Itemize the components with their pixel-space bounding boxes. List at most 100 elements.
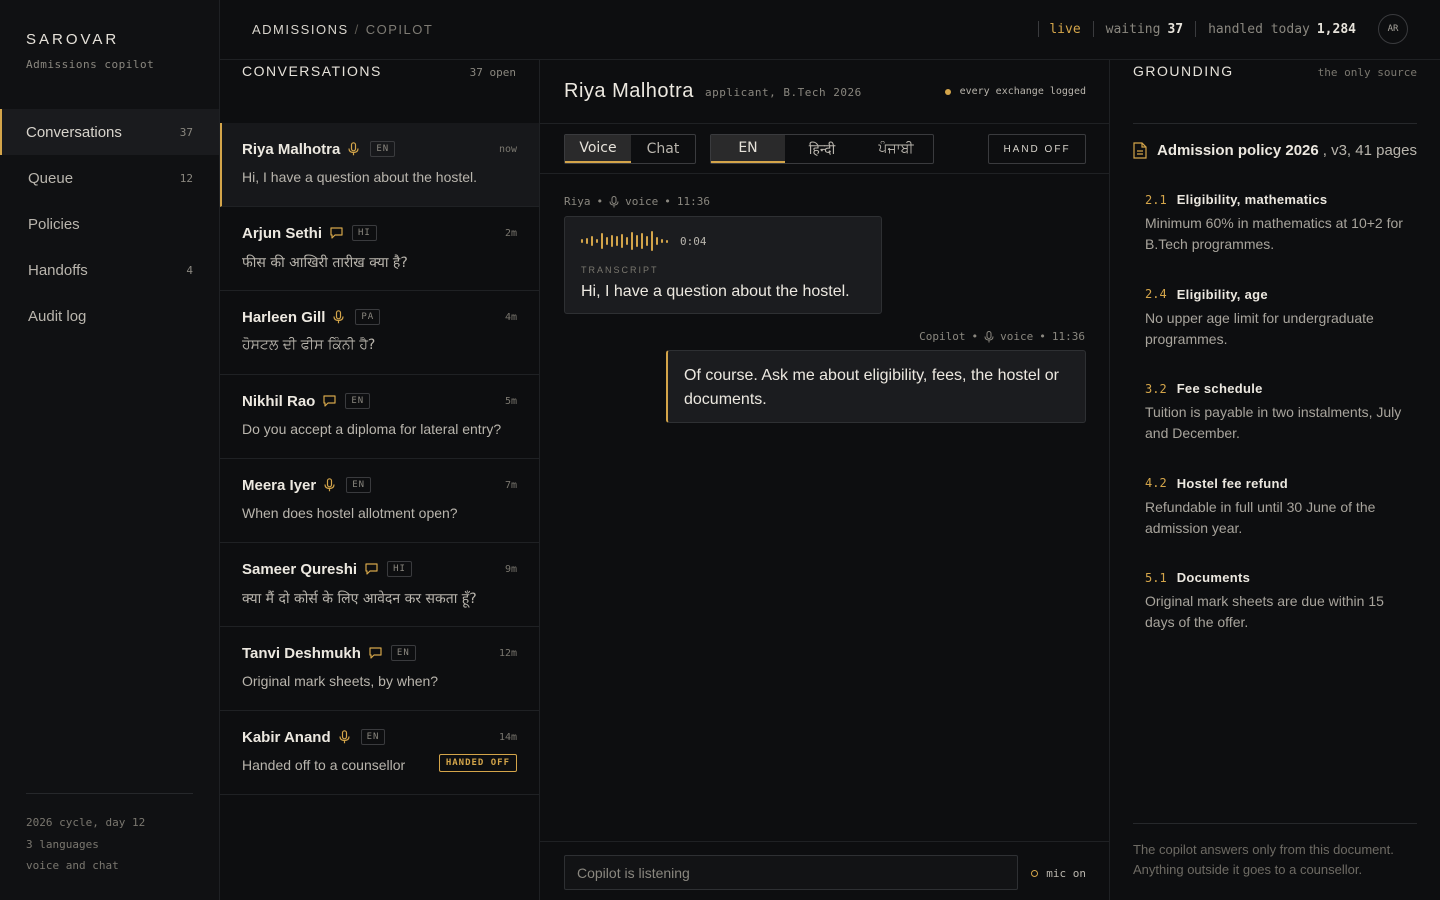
message-meta: Riya • voice • 11:36: [564, 195, 710, 208]
mic-status[interactable]: mic on: [1031, 867, 1086, 880]
conversation-item[interactable]: Tanvi Deshmukh EN 12m Original mark sheets,…: [220, 627, 539, 711]
chat-toolbar: Voice Chat EN हिन्दी ਪੰਜਾਬੀ HAND OFF: [540, 124, 1110, 174]
sidebar-item-conversations[interactable]: Conversations 37: [0, 109, 219, 155]
waiting-stat: waiting 37: [1092, 21, 1195, 37]
language-tag: EN: [346, 477, 372, 493]
policy-clause[interactable]: 2.1 Eligibility, mathematics Minimum 60% i…: [1145, 192, 1415, 255]
applicant-name: Riya Malhotra: [564, 80, 694, 102]
sidebar-item-policies[interactable]: Policies: [0, 201, 219, 247]
lang-hindi-button[interactable]: हिन्दी: [785, 135, 859, 163]
mode-chat-button[interactable]: Chat: [631, 135, 695, 163]
clause-body: No upper age limit for undergraduate pro…: [1145, 309, 1374, 347]
conversation-header: Harleen Gill PA: [242, 308, 517, 326]
waveform-bar: [631, 232, 633, 250]
conversation-item[interactable]: Riya Malhotra EN now Hi, I have a question …: [220, 123, 539, 207]
avatar[interactable]: AR: [1378, 14, 1408, 44]
divider: [1133, 823, 1417, 824]
applicant-subtitle: applicant, B.Tech 2026: [705, 86, 862, 99]
document-title: Admission policy 2026: [1157, 142, 1319, 159]
conversation-name: Harleen Gill: [242, 308, 326, 326]
mode-switch: Voice Chat: [564, 134, 696, 164]
policy-clause[interactable]: 4.2 Hostel fee refund Refundable in full u…: [1145, 476, 1415, 539]
sidebar-item-audit-log[interactable]: Audit log: [0, 293, 219, 339]
cycle-info: 2026 cycle, day 12: [26, 816, 146, 829]
policy-clause[interactable]: 3.2 Fee schedule Tuition is payable in two…: [1145, 381, 1415, 444]
mic-icon: [324, 478, 338, 492]
handed-off-badge: HANDED OFF: [438, 754, 517, 772]
message-channel: voice: [625, 195, 659, 208]
conversation-item[interactable]: Arjun Sethi HI 2m फीस की आखिरी तारीख क्या ह…: [220, 207, 539, 291]
waveform-bar: [591, 236, 593, 246]
conversation-time: now: [498, 144, 517, 155]
mic-icon: [333, 310, 347, 324]
document-meta: , v3, 41 pages: [1322, 142, 1417, 159]
conversation-preview: फीस की आखिरी तारीख क्या है?: [242, 255, 408, 271]
clause-title: Hostel fee refund: [1176, 475, 1288, 491]
clause-body: Refundable in full until 30 June of the …: [1145, 498, 1376, 536]
sidebar-item-queue[interactable]: Queue 12: [0, 155, 219, 201]
sidebar-item-count: 37: [179, 125, 193, 139]
conversation-item[interactable]: Nikhil Rao EN 5m Do you accept a diploma fo…: [220, 375, 539, 459]
languages-info: 3 languages: [26, 837, 99, 851]
conversation-item[interactable]: Harleen Gill PA 4m ਹੋਸਟਲ ਦੀ ਫੀਸ ਕਿੰਨੀ ਹੈ?: [220, 291, 539, 375]
waveform-bar: [661, 239, 663, 243]
language-tag: EN: [390, 645, 416, 661]
live-indicator: live: [1038, 21, 1092, 37]
policy-clause[interactable]: 2.4 Eligibility, age No upper age limit fo…: [1145, 287, 1415, 350]
conversation-name: Nikhil Rao: [242, 392, 316, 410]
conversation-item[interactable]: Sameer Qureshi HI 9m क्या मैं दो कोर्स के ल…: [220, 543, 539, 627]
conversation-item[interactable]: Meera Iyer EN 7m When does hostel allotment…: [220, 459, 539, 543]
conversation-name: Riya Malhotra: [242, 140, 341, 158]
clause-title: Documents: [1176, 570, 1251, 585]
policy-clause[interactable]: 5.1 Documents Original mark sheets are due…: [1145, 570, 1415, 633]
breadcrumb-page: COPILOT: [365, 22, 434, 37]
sidebar-item-label: Queue: [28, 169, 74, 187]
message-input[interactable]: [564, 855, 1018, 890]
top-bar: ADMISSIONS / COPILOT live waiting 37 handle…: [220, 0, 1440, 60]
waveform-bar: [621, 234, 623, 248]
handled-value: 1,284: [1316, 21, 1356, 37]
waiting-label: waiting: [1105, 21, 1161, 37]
conversation-time: 2m: [504, 228, 517, 239]
language-tag: EN: [360, 729, 386, 745]
lang-punjabi-button[interactable]: ਪੰਜਾਬੀ: [859, 135, 933, 163]
message-meta: Copilot • voice • 11:36: [919, 330, 1085, 343]
conversation-preview: When does hostel allotment open?: [242, 505, 458, 521]
breadcrumb-section[interactable]: ADMISSIONS: [252, 22, 349, 37]
voice-clip[interactable]: 0:04: [581, 231, 707, 251]
hand-off-button[interactable]: HAND OFF: [988, 134, 1086, 164]
conversation-item[interactable]: Kabir Anand EN 14m Handed off to a counsell…: [220, 711, 539, 795]
waveform-bar: [586, 238, 588, 244]
sidebar: SAROVAR Admissions copilot Conversations…: [0, 0, 220, 900]
sidebar-nav: Conversations 37 Queue 12 Policies Hando…: [0, 109, 219, 339]
chat-header: Riya Malhotra applicant, B.Tech 2026 eve…: [540, 60, 1110, 124]
logging-label: every exchange logged: [959, 86, 1086, 97]
applicant-voice-message: 0:04 TRANSCRIPT Hi, I have a question ab…: [564, 216, 882, 314]
message-channel: voice: [1000, 330, 1034, 343]
conversation-header: Tanvi Deshmukh EN: [242, 644, 517, 662]
grounding-meta: the only source: [1317, 66, 1417, 79]
waveform-bar: [646, 236, 648, 246]
lang-en-button[interactable]: EN: [711, 135, 785, 163]
conversation-list: Riya Malhotra EN now Hi, I have a question …: [220, 123, 539, 795]
brand: SAROVAR Admissions copilot: [26, 31, 154, 71]
transcript-label: TRANSCRIPT: [581, 265, 659, 275]
waveform-bar: [641, 233, 643, 249]
waveform-bar: [601, 233, 603, 249]
sidebar-item-handoffs[interactable]: Handoffs 4: [0, 247, 219, 293]
clause-number: 5.1: [1145, 570, 1167, 585]
conversations-title: CONVERSATIONS: [242, 63, 382, 79]
conversation-preview: ਹੋਸਟਲ ਦੀ ਫੀਸ ਕਿੰਨੀ ਹੈ?: [242, 337, 376, 353]
waveform-bar: [581, 239, 583, 243]
clause-number: 2.4: [1145, 287, 1167, 301]
conversation-header: Sameer Qureshi HI: [242, 560, 517, 578]
mode-voice-button[interactable]: Voice: [565, 135, 631, 163]
brand-subtitle: Admissions copilot: [26, 58, 155, 71]
clause-title: Fee schedule: [1176, 381, 1263, 396]
source-document[interactable]: Admission policy 2026, v3, 41 pages: [1133, 142, 1417, 159]
conversation-header: Riya Malhotra EN: [242, 140, 517, 158]
document-icon: [1133, 142, 1147, 159]
mic-icon: [348, 142, 362, 156]
meta-separator: •: [971, 330, 979, 343]
clause-header: 5.1 Documents: [1145, 570, 1415, 585]
